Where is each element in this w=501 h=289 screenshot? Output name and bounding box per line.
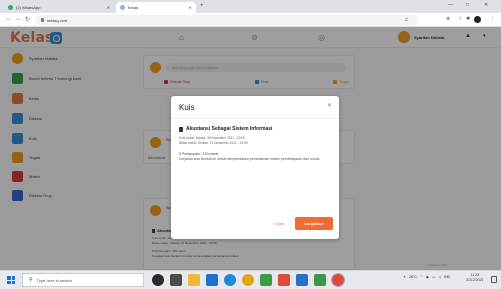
taskbar-apps <box>152 273 345 287</box>
divider <box>171 118 339 119</box>
weather-icon[interactable]: ☀ <box>403 275 406 279</box>
url-field[interactable]: kelasq.com ⚿ <box>36 15 418 25</box>
battery-icon[interactable]: ▭ <box>432 275 435 279</box>
app-icon[interactable] <box>260 274 272 286</box>
forward-icon[interactable]: → <box>15 16 21 22</box>
network-icon[interactable]: ◉ <box>426 275 429 279</box>
close-button[interactable]: Close <box>267 218 291 229</box>
address-bar: ← → ↻ kelasq.com ⚿ ⊕ ☆ ✱ ⋮ <box>0 13 501 27</box>
start-quiz-button[interactable]: Lanjutkan <box>295 217 333 230</box>
date: 31/12/2021 <box>466 278 484 282</box>
taskbar-search-input[interactable]: ⚲ Type here to search <box>22 273 144 287</box>
language-indicator[interactable]: IND <box>444 275 450 279</box>
taskbar: ⚲ Type here to search ☀ 28°C ⌃ ◉ ▭ ◁ IND… <box>0 270 501 289</box>
browser-tab-bar: (2) WhatsApp ✕ Kelas ✕ + — □ ✕ <box>0 0 501 13</box>
search-placeholder: Type here to search <box>36 277 73 283</box>
quiz-description: Kerjakan kuis berikut ini untuk memperda… <box>179 157 320 161</box>
system-tray: ☀ 28°C ⌃ ◉ ▭ ◁ IND <box>403 275 450 279</box>
whatsapp-icon <box>8 5 13 10</box>
volume-icon[interactable]: ◁ <box>438 275 441 279</box>
share-icon[interactable]: ⊕ <box>446 16 450 22</box>
file-explorer-icon[interactable] <box>188 274 200 286</box>
temperature: 28°C <box>409 275 417 279</box>
clock[interactable]: 11:23 31/12/2021 <box>466 273 484 283</box>
browser-tab-whatsapp[interactable]: (2) WhatsApp ✕ <box>4 2 114 13</box>
windows-start-icon[interactable] <box>7 276 15 284</box>
tab-label: (2) WhatsApp <box>16 5 41 10</box>
key-icon[interactable]: ⚿ <box>405 17 408 22</box>
cortana-icon[interactable] <box>152 274 164 286</box>
quiz-title: Akuntansi Sebagai Sistem Informasi <box>179 126 272 132</box>
quiz-start: Kuis mulai: Selasa, 30 Desember 2021 - 2… <box>179 136 245 140</box>
store-icon[interactable] <box>206 274 218 286</box>
app-icon[interactable] <box>278 274 290 286</box>
modal-title: Kuis <box>179 103 195 112</box>
quiz-title-text: Akuntansi Sebagai Sistem Informasi <box>186 126 273 132</box>
chrome-icon[interactable] <box>242 274 254 286</box>
new-tab-button[interactable]: + <box>200 3 204 9</box>
page-content: Kelas ⌂ ⊚ ◎ Syarifan Nubala ▲ ▾ Syarifan… <box>0 27 501 270</box>
close-window-button[interactable]: ✕ <box>484 2 488 8</box>
quiz-count: 5 Pertanyaan / 120 menit <box>179 152 219 156</box>
app-icon[interactable] <box>296 274 308 286</box>
book-icon <box>179 126 183 132</box>
quiz-modal: Kuis ✕ Akuntansi Sebagai Sistem Informas… <box>171 96 339 239</box>
close-tab-icon[interactable]: ✕ <box>189 5 192 10</box>
tab-label: Kelas <box>128 5 139 10</box>
browser-tab-kelas[interactable]: Kelas ✕ <box>116 2 196 13</box>
reload-icon[interactable]: ↻ <box>25 16 30 23</box>
chrome-active-icon[interactable] <box>331 273 345 287</box>
notification-icon[interactable] <box>491 276 497 283</box>
extensions-icon[interactable]: ✱ <box>466 16 470 22</box>
kelas-favicon-icon <box>120 5 125 10</box>
bookmark-star-icon[interactable]: ☆ <box>458 16 462 22</box>
edge-icon[interactable] <box>224 274 236 286</box>
search-icon: ⚲ <box>29 277 33 283</box>
menu-dots-icon[interactable]: ⋮ <box>490 16 495 22</box>
close-tab-icon[interactable]: ✕ <box>107 5 110 10</box>
lock-icon <box>41 18 44 22</box>
profile-avatar[interactable] <box>474 16 481 23</box>
close-icon[interactable]: ✕ <box>327 102 332 109</box>
app-icon[interactable] <box>314 274 326 286</box>
task-view-icon[interactable] <box>170 274 182 286</box>
minimize-button[interactable]: — <box>448 2 453 8</box>
quiz-deadline: Batas waktu: Selasa, 31 Desember 2021 - … <box>179 141 248 145</box>
back-icon[interactable]: ← <box>6 16 12 22</box>
chevron-up-icon[interactable]: ⌃ <box>420 275 423 279</box>
url-text: kelasq.com <box>47 17 68 23</box>
maximize-button[interactable]: □ <box>466 2 469 8</box>
